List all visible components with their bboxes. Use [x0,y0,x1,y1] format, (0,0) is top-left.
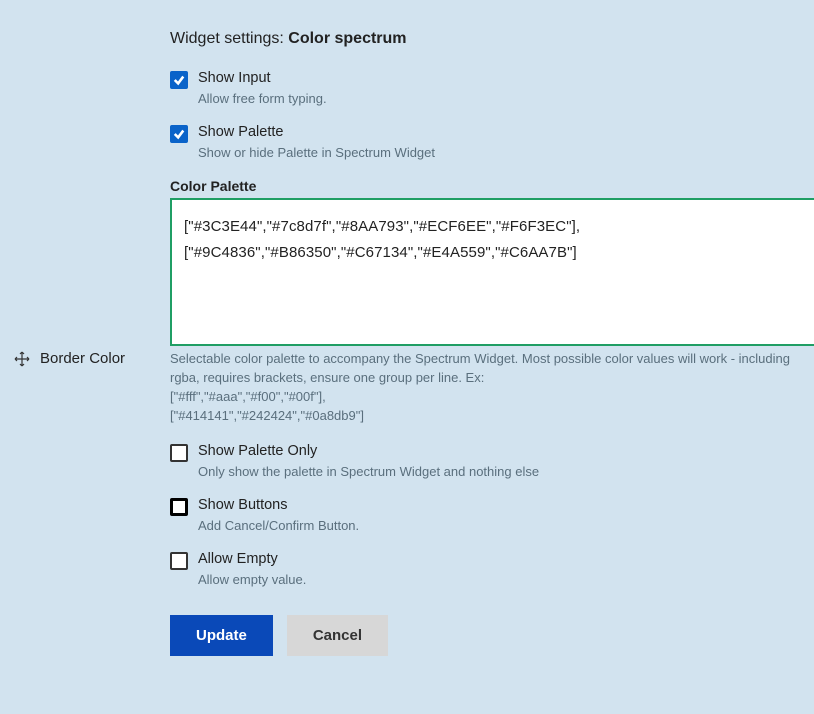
show-input-help: Allow free form typing. [198,91,327,106]
show-palette-only-checkbox[interactable] [170,444,188,462]
show-palette-checkbox[interactable] [170,125,188,143]
cancel-button[interactable]: Cancel [287,615,388,656]
show-input-label: Show Input [198,70,327,86]
sidebar-item-label: Border Color [40,350,125,367]
move-icon[interactable] [14,351,30,367]
allow-empty-label: Allow Empty [198,551,306,567]
color-palette-help: Selectable color palette to accompany th… [170,350,814,425]
update-button[interactable]: Update [170,615,273,656]
show-palette-only-help: Only show the palette in Spectrum Widget… [198,464,539,479]
show-buttons-label: Show Buttons [198,497,359,513]
color-palette-textarea[interactable]: ["#3C3E44","#7c8d7f","#8AA793","#ECF6EE"… [184,214,802,330]
show-input-checkbox[interactable] [170,71,188,89]
color-palette-wrap: ["#3C3E44","#7c8d7f","#8AA793","#ECF6EE"… [170,198,814,346]
sidebar-item-border-color[interactable]: Border Color [14,350,125,367]
show-buttons-checkbox[interactable] [170,498,188,516]
show-palette-help: Show or hide Palette in Spectrum Widget [198,145,435,160]
page-title: Widget settings: Color spectrum [170,30,814,48]
show-buttons-help: Add Cancel/Confirm Button. [198,518,359,533]
color-palette-label: Color Palette [170,178,814,194]
allow-empty-checkbox[interactable] [170,552,188,570]
allow-empty-help: Allow empty value. [198,572,306,587]
show-palette-label: Show Palette [198,124,435,140]
show-palette-only-label: Show Palette Only [198,443,539,459]
